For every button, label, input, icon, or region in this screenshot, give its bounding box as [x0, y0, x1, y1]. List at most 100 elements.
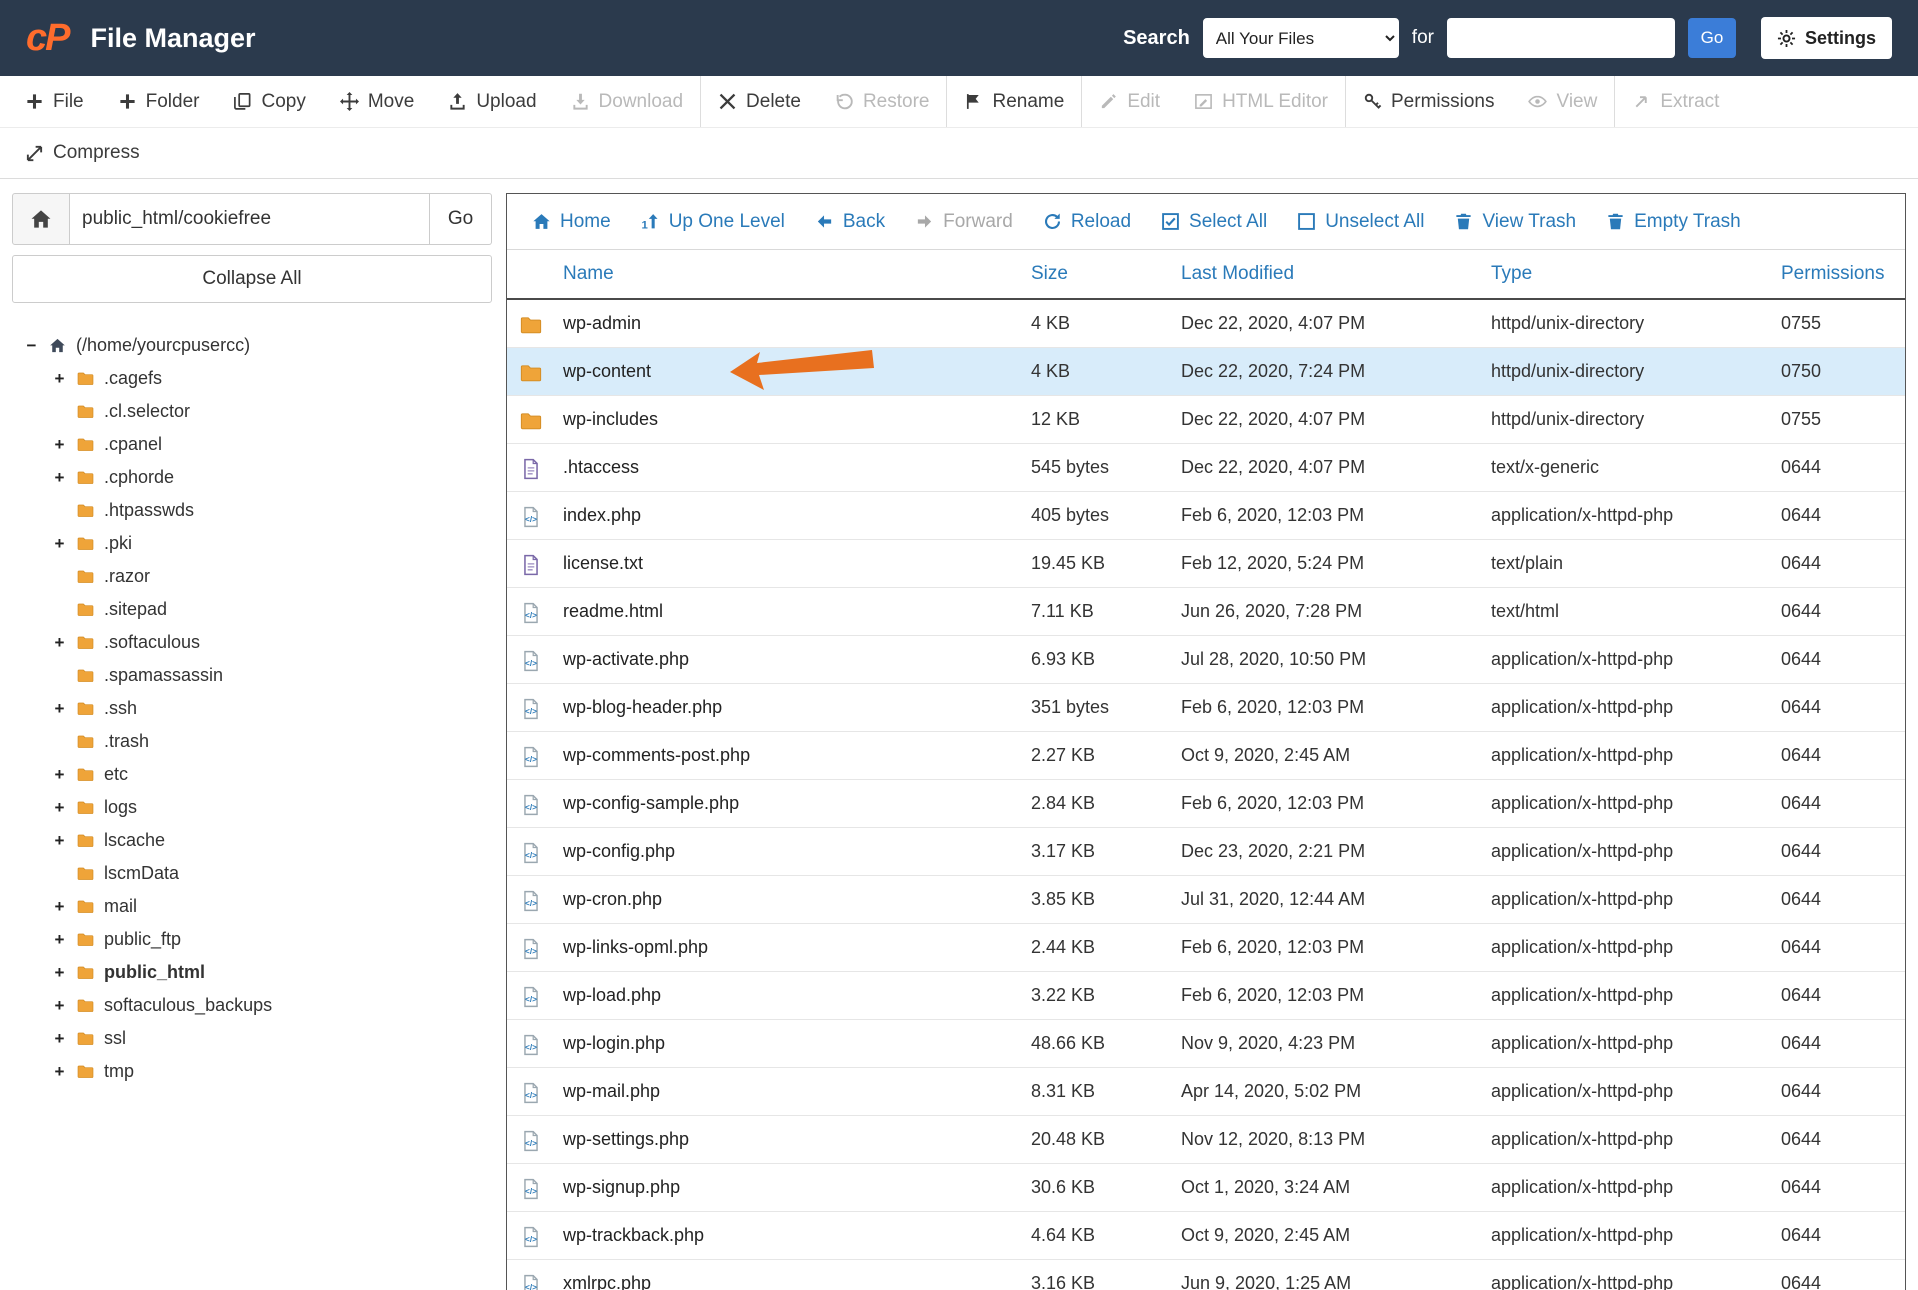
tree-item[interactable]: + tmp [12, 1055, 492, 1088]
file-name[interactable]: wp-content [553, 347, 1021, 396]
tree-item[interactable]: + lscache [12, 824, 492, 857]
toolbar-button[interactable]: Permissions [1345, 76, 1511, 127]
col-header-permissions[interactable]: Permissions [1771, 250, 1905, 300]
toolbar-button[interactable]: Copy [216, 76, 322, 127]
table-row[interactable]: readme.html 7.11 KB Jun 26, 2020, 7:28 P… [507, 587, 1905, 636]
file-name[interactable]: wp-config.php [553, 827, 1021, 876]
expand-toggle[interactable]: + [52, 1029, 67, 1049]
table-row[interactable]: wp-content 4 KB Dec 22, 2020, 7:24 PM ht… [507, 347, 1905, 396]
search-scope-select[interactable]: All Your Files [1202, 18, 1399, 58]
expand-toggle[interactable]: + [52, 930, 67, 950]
col-header-modified[interactable]: Last Modified [1171, 250, 1481, 300]
tree-item[interactable]: + .ssh [12, 692, 492, 725]
tree-item[interactable]: + mail [12, 890, 492, 923]
expand-toggle[interactable]: + [52, 1062, 67, 1082]
table-row[interactable]: wp-config-sample.php 2.84 KB Feb 6, 2020… [507, 779, 1905, 828]
toolbar-button[interactable]: Folder [101, 76, 217, 127]
file-name[interactable]: wp-links-opml.php [553, 923, 1021, 972]
tree-item-label[interactable]: public_ftp [104, 929, 181, 950]
file-name[interactable]: wp-mail.php [553, 1067, 1021, 1116]
file-name[interactable]: wp-login.php [553, 1019, 1021, 1068]
tree-item-label[interactable]: .cpanel [104, 434, 162, 455]
file-name[interactable]: wp-admin [553, 299, 1021, 348]
toolbar-button[interactable]: View [1511, 76, 1614, 127]
file-name[interactable]: wp-includes [553, 395, 1021, 444]
nav-button[interactable]: Forward [900, 211, 1028, 233]
expand-toggle[interactable]: + [52, 468, 67, 488]
table-row[interactable]: wp-links-opml.php 2.44 KB Feb 6, 2020, 1… [507, 923, 1905, 972]
table-row[interactable]: wp-settings.php 20.48 KB Nov 12, 2020, 8… [507, 1115, 1905, 1164]
table-row[interactable]: wp-includes 12 KB Dec 22, 2020, 4:07 PM … [507, 395, 1905, 444]
file-name[interactable]: readme.html [553, 587, 1021, 636]
nav-button[interactable]: View Trash [1439, 211, 1591, 233]
tree-item-label[interactable]: .razor [104, 566, 150, 587]
tree-item[interactable]: − (/home/yourcpusercc) [12, 329, 492, 362]
table-row[interactable]: wp-comments-post.php 2.27 KB Oct 9, 2020… [507, 731, 1905, 780]
col-header-size[interactable]: Size [1021, 250, 1171, 300]
table-row[interactable]: wp-activate.php 6.93 KB Jul 28, 2020, 10… [507, 635, 1905, 684]
file-name[interactable]: xmlrpc.php [553, 1259, 1021, 1290]
toolbar-button[interactable]: Compress [8, 128, 157, 178]
table-row[interactable]: wp-load.php 3.22 KB Feb 6, 2020, 12:03 P… [507, 971, 1905, 1020]
toolbar-button[interactable]: Download [554, 76, 701, 127]
file-name[interactable]: license.txt [553, 539, 1021, 588]
table-row[interactable]: wp-config.php 3.17 KB Dec 23, 2020, 2:21… [507, 827, 1905, 876]
table-row[interactable]: wp-cron.php 3.85 KB Jul 31, 2020, 12:44 … [507, 875, 1905, 924]
file-name[interactable]: wp-trackback.php [553, 1211, 1021, 1260]
tree-item[interactable]: + softaculous_backups [12, 989, 492, 1022]
col-header-type[interactable]: Type [1481, 250, 1771, 300]
path-input[interactable] [70, 193, 430, 245]
tree-item-label[interactable]: .cl.selector [104, 401, 190, 422]
expand-toggle[interactable]: + [52, 831, 67, 851]
nav-button[interactable]: Unselect All [1282, 211, 1439, 233]
search-input[interactable] [1446, 18, 1675, 58]
tree-item-label[interactable]: tmp [104, 1061, 134, 1082]
tree-item-label[interactable]: ssl [104, 1028, 126, 1049]
expand-toggle[interactable]: + [52, 996, 67, 1016]
file-name[interactable]: index.php [553, 491, 1021, 540]
tree-item[interactable]: .htpasswds [12, 494, 492, 527]
file-name[interactable]: wp-load.php [553, 971, 1021, 1020]
toolbar-button[interactable]: Move [323, 76, 431, 127]
tree-item[interactable]: lscmData [12, 857, 492, 890]
tree-item-label[interactable]: .ssh [104, 698, 137, 719]
nav-button[interactable]: Select All [1146, 211, 1282, 233]
tree-item-label[interactable]: .softaculous [104, 632, 200, 653]
tree-item[interactable]: + etc [12, 758, 492, 791]
tree-item[interactable]: .cl.selector [12, 395, 492, 428]
table-row[interactable]: wp-signup.php 30.6 KB Oct 1, 2020, 3:24 … [507, 1163, 1905, 1212]
tree-item-label[interactable]: .pki [104, 533, 132, 554]
tree-item-label[interactable]: .spamassassin [104, 665, 223, 686]
toolbar-button[interactable]: Upload [431, 76, 553, 127]
tree-item[interactable]: + .softaculous [12, 626, 492, 659]
tree-item[interactable]: .razor [12, 560, 492, 593]
tree-item-label[interactable]: public_html [104, 962, 205, 983]
tree-item[interactable]: + .pki [12, 527, 492, 560]
toolbar-button[interactable]: Restore [818, 76, 947, 127]
tree-item-label[interactable]: .sitepad [104, 599, 167, 620]
expand-toggle[interactable]: + [52, 798, 67, 818]
tree-item-label[interactable]: mail [104, 896, 137, 917]
table-row[interactable]: wp-blog-header.php 351 bytes Feb 6, 2020… [507, 683, 1905, 732]
col-header-name[interactable]: Name [553, 250, 1021, 300]
file-name[interactable]: wp-signup.php [553, 1163, 1021, 1212]
tree-item-label[interactable]: lscmData [104, 863, 179, 884]
file-name[interactable]: wp-settings.php [553, 1115, 1021, 1164]
toolbar-button[interactable]: Edit [1081, 76, 1177, 127]
tree-item-label[interactable]: etc [104, 764, 128, 785]
expand-toggle[interactable]: + [52, 897, 67, 917]
expand-toggle[interactable]: + [52, 765, 67, 785]
expand-toggle[interactable]: + [52, 369, 67, 389]
expand-toggle[interactable]: + [52, 699, 67, 719]
tree-item-label[interactable]: .trash [104, 731, 149, 752]
table-row[interactable]: .htaccess 545 bytes Dec 22, 2020, 4:07 P… [507, 443, 1905, 492]
table-row[interactable]: index.php 405 bytes Feb 6, 2020, 12:03 P… [507, 491, 1905, 540]
tree-item-label[interactable]: logs [104, 797, 137, 818]
collapse-all-button[interactable]: Collapse All [12, 255, 492, 303]
settings-button[interactable]: Settings [1760, 17, 1892, 59]
home-path-button[interactable] [12, 193, 70, 245]
tree-item[interactable]: + .cpanel [12, 428, 492, 461]
tree-item-label[interactable]: .htpasswds [104, 500, 194, 521]
toolbar-button[interactable]: Extract [1614, 76, 1736, 127]
tree-item[interactable]: + public_ftp [12, 923, 492, 956]
